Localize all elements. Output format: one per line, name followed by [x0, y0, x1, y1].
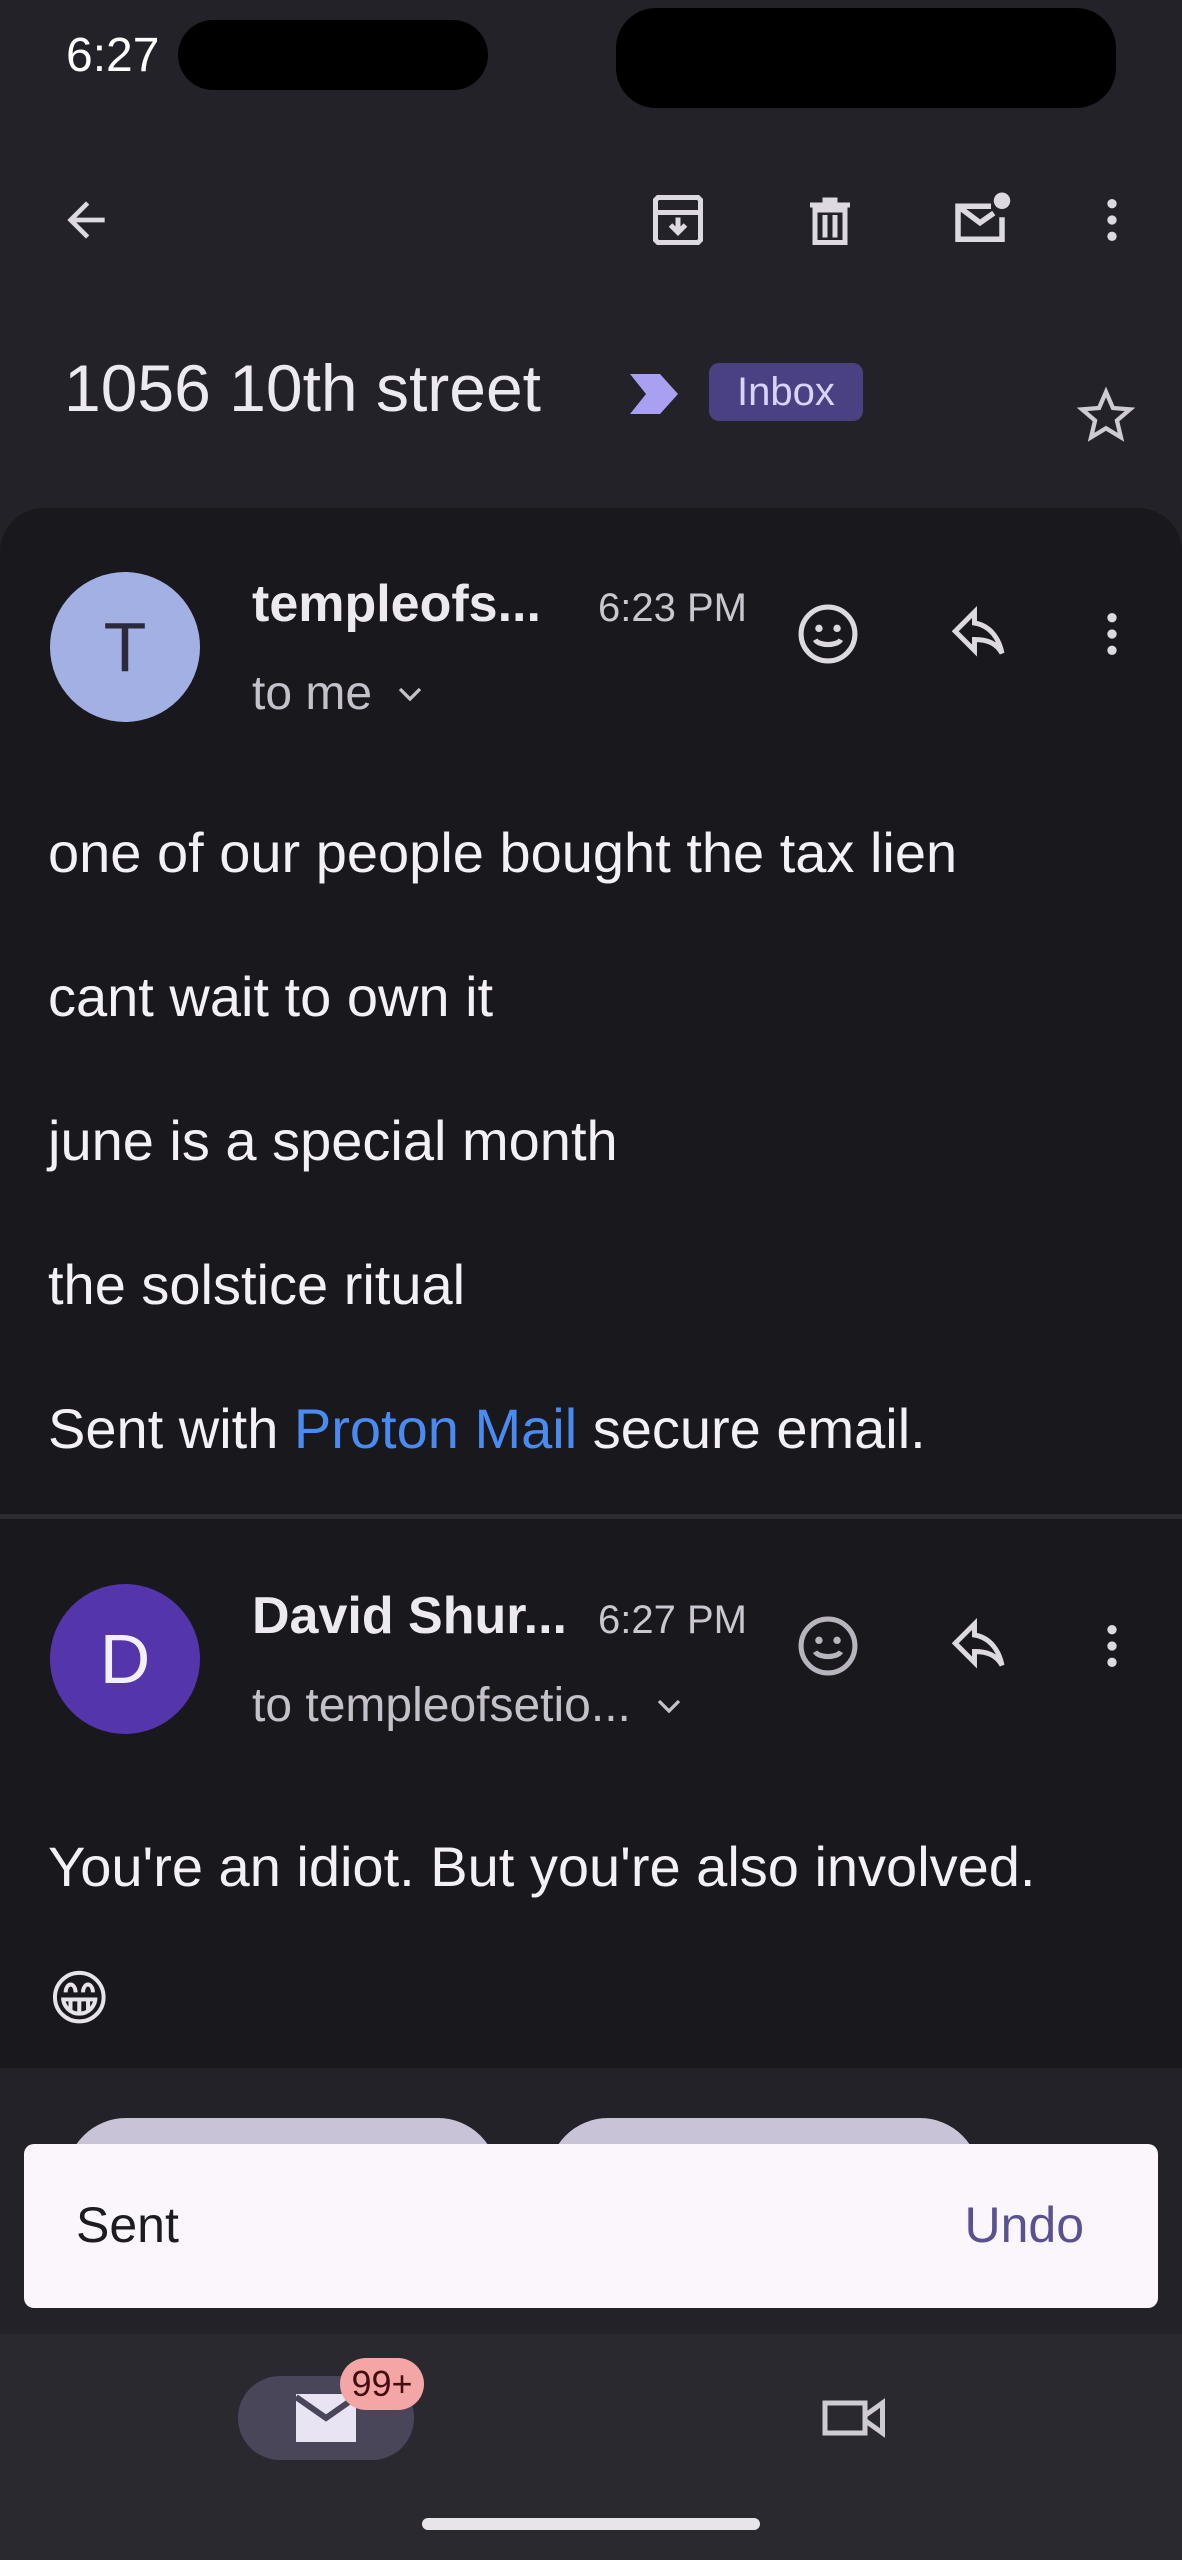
unread-count-badge: 99+ — [340, 2358, 424, 2410]
home-indicator[interactable] — [422, 2518, 760, 2530]
star-button[interactable] — [1066, 376, 1146, 456]
emoji-smile-icon — [798, 604, 858, 664]
sender-name[interactable]: templeofs... — [252, 574, 541, 634]
star-outline-icon — [1076, 386, 1136, 442]
importance-marker-icon — [630, 374, 678, 414]
reply-button[interactable] — [940, 1606, 1020, 1686]
recipients-text: to me — [252, 667, 373, 720]
sent-snackbar: Sent Undo — [24, 2144, 1158, 2308]
signature-prefix: Sent with — [48, 1397, 294, 1460]
message-body-line: You're an idiot. But you're also involve… — [48, 1835, 1036, 1898]
reply-button[interactable] — [940, 594, 1020, 674]
more-vert-icon — [1107, 613, 1117, 655]
message-more-button[interactable] — [1072, 1606, 1152, 1686]
nav-meet-tab[interactable] — [810, 2376, 900, 2460]
archive-icon — [653, 195, 703, 245]
recipients-toggle[interactable]: to templeofsetio... — [252, 1678, 689, 1733]
mark-unread-button[interactable] — [940, 180, 1020, 260]
archive-button[interactable] — [638, 180, 718, 260]
message-body-line: one of our people bought the tax lien — [48, 821, 958, 884]
redaction-left — [178, 20, 488, 90]
back-arrow-icon — [67, 201, 105, 239]
inbox-label-chip[interactable]: Inbox — [709, 363, 863, 421]
reply-icon — [951, 606, 1005, 657]
signature-line: Sent with Proton Mail secure email. — [48, 1396, 926, 1461]
more-vert-icon — [1107, 199, 1117, 241]
recipients-text: to templeofsetio... — [252, 1679, 631, 1732]
message-time: 6:23 PM — [598, 586, 747, 630]
chevron-down-icon — [398, 687, 422, 701]
reply-icon — [951, 1618, 1005, 1669]
undo-button[interactable]: Undo — [964, 2196, 1084, 2254]
message-body-line: june is a special month — [48, 1109, 618, 1172]
sender-name[interactable]: David Shur... — [252, 1586, 567, 1646]
trash-icon — [810, 197, 850, 245]
emoji-smile-icon — [798, 1616, 858, 1676]
avatar[interactable]: T — [50, 572, 200, 722]
message-divider — [0, 1514, 1182, 1519]
avatar-letter: D — [99, 1620, 151, 1698]
delete-button[interactable] — [790, 180, 870, 260]
top-app-bar — [0, 150, 1182, 290]
signature-suffix: secure email. — [577, 1397, 926, 1460]
message-more-button[interactable] — [1072, 594, 1152, 674]
mark-unread-icon — [955, 192, 1011, 242]
emoji-grin: 😁 — [48, 1965, 111, 2032]
redaction-right — [616, 8, 1116, 108]
add-reaction-button[interactable] — [788, 594, 868, 674]
status-bar: 6:27 — [0, 0, 1182, 110]
recipients-toggle[interactable]: to me — [252, 666, 430, 721]
message-time: 6:27 PM — [598, 1598, 747, 1642]
snackbar-text: Sent — [76, 2197, 179, 2253]
chevron-down-icon — [657, 1699, 681, 1713]
add-reaction-button[interactable] — [788, 1606, 868, 1686]
avatar-letter: T — [103, 608, 147, 686]
avatar[interactable]: D — [50, 1584, 200, 1734]
video-icon — [822, 2398, 885, 2438]
proton-mail-link[interactable]: Proton Mail — [294, 1397, 577, 1460]
back-button[interactable] — [46, 180, 126, 260]
message-body-line: cant wait to own it — [48, 965, 494, 1028]
more-vert-icon — [1107, 1625, 1117, 1667]
more-options-button[interactable] — [1072, 180, 1152, 260]
thread-subject: 1056 10th street — [64, 351, 542, 425]
status-time: 6:27 — [66, 29, 160, 82]
message-body-line: the solstice ritual — [48, 1253, 466, 1316]
